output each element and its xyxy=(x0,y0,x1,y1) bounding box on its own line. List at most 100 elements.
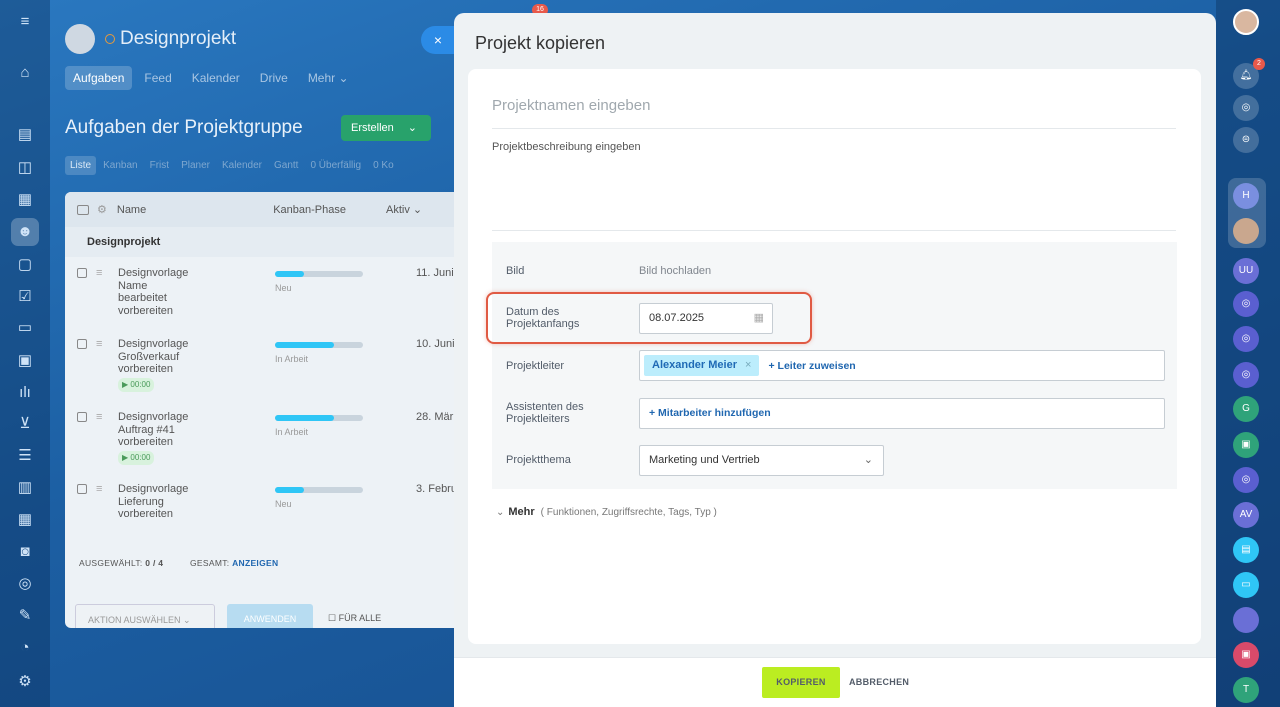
close-icon[interactable]: × xyxy=(421,26,455,54)
calendar-icon[interactable]: ▦ xyxy=(754,304,764,333)
tab-feed[interactable]: Feed xyxy=(136,66,179,90)
board-icon[interactable]: ▣ xyxy=(15,351,35,371)
chat-avatar-photo[interactable] xyxy=(1233,218,1259,244)
chevron-down-icon: ⌄ xyxy=(863,454,873,466)
total-label: GESAMT: xyxy=(190,558,230,568)
view-gantt[interactable]: Gantt xyxy=(269,156,303,175)
project-name-input[interactable]: Projektnamen eingeben xyxy=(492,97,1176,129)
tasks-icon[interactable]: ☑ xyxy=(15,287,35,307)
sites-icon[interactable]: ◙ xyxy=(15,542,35,562)
view-planner[interactable]: Planer xyxy=(176,156,215,175)
timer-badge[interactable]: ▶ 00:00 xyxy=(118,377,155,392)
chat-group-icon[interactable]: ◎ xyxy=(1233,362,1259,388)
drag-handle-icon[interactable]: ≡ xyxy=(96,267,102,279)
action-select[interactable]: AKTION AUSWÄHLEN ⌄ xyxy=(75,604,215,628)
sign-icon[interactable]: ✎ xyxy=(15,606,35,626)
add-employee-link[interactable]: + Mitarbeiter hinzufügen xyxy=(649,407,771,419)
cards-icon[interactable]: ▥ xyxy=(15,478,35,498)
tab-tasks[interactable]: Aufgaben xyxy=(65,66,133,90)
more-toggle[interactable]: ⌄ Mehr ( Funktionen, Zugriffsrechte, Tags,… xyxy=(496,506,717,518)
row-checkbox[interactable] xyxy=(77,268,87,278)
column-phase[interactable]: Kanban-Phase xyxy=(273,204,346,216)
chat-avatar-uu[interactable]: UU xyxy=(1233,258,1259,284)
copy-button[interactable]: KOPIEREN xyxy=(762,667,840,698)
settings-icon[interactable]: ⚙ xyxy=(15,672,35,692)
project-tabs: Aufgaben Feed Kalender Drive Mehr ⌄ xyxy=(65,66,357,90)
cancel-button[interactable]: ABBRECHEN xyxy=(849,667,909,698)
chat-avatar-photo[interactable] xyxy=(1233,607,1259,633)
view-calendar[interactable]: Kalender xyxy=(217,156,267,175)
copilot-icon[interactable]: ◎ xyxy=(1233,95,1259,121)
home-icon[interactable]: ⌂ xyxy=(15,63,35,83)
task-name[interactable]: Designvorlage Name bearbeitet vorbereite… xyxy=(118,267,198,317)
gear-icon[interactable]: ⚙ xyxy=(97,203,107,216)
drag-handle-icon[interactable]: ≡ xyxy=(96,338,102,350)
create-label: Erstellen xyxy=(351,122,394,134)
assistants-field[interactable]: + Mitarbeiter hinzufügen xyxy=(639,398,1165,429)
theme-select[interactable]: Marketing und Vertrieb ⌄ xyxy=(639,445,884,476)
groups-icon[interactable]: ☻ xyxy=(11,218,39,246)
chat-avatar-av[interactable]: AV xyxy=(1233,502,1259,528)
files-icon[interactable]: ▢ xyxy=(15,255,35,275)
row-checkbox[interactable] xyxy=(77,339,87,349)
id-card-icon[interactable]: ▭ xyxy=(1233,572,1259,598)
menu-icon[interactable]: ≡ xyxy=(15,12,35,32)
start-date-input[interactable]: 08.07.2025 ▦ xyxy=(639,303,773,334)
analytics-icon[interactable]: ılı xyxy=(15,383,35,403)
chat-avatar-t[interactable]: T xyxy=(1233,677,1259,703)
chat-icon[interactable]: ◫ xyxy=(15,158,35,178)
group-name: Designprojekt xyxy=(87,236,161,248)
for-all-label: FÜR ALLE xyxy=(338,613,382,623)
dialog-footer: KOPIEREN ABBRECHEN xyxy=(454,657,1216,707)
tab-calendar[interactable]: Kalender xyxy=(184,66,248,90)
store-icon[interactable]: ☰ xyxy=(15,446,35,466)
show-total-link[interactable]: ANZEIGEN xyxy=(232,558,278,568)
tab-more[interactable]: Mehr ⌄ xyxy=(300,66,357,90)
leader-tag[interactable]: Alexander Meier × xyxy=(644,355,760,376)
task-name[interactable]: Designvorlage Lieferung vorbereiten xyxy=(118,483,198,521)
robot-icon[interactable]: ◔ xyxy=(15,638,35,658)
remove-icon[interactable]: × xyxy=(745,359,751,371)
project-description-input[interactable]: Projektbeschreibung eingeben xyxy=(492,141,641,153)
view-list[interactable]: Liste xyxy=(65,156,97,175)
drag-handle-icon[interactable]: ≡ xyxy=(96,411,102,423)
row-checkbox[interactable] xyxy=(77,412,87,422)
task-name[interactable]: Designvorlage Großverkauf vorbereiten ▶ 0… xyxy=(118,338,198,392)
chat-avatar-g[interactable]: G xyxy=(1233,396,1259,422)
lock-icon[interactable]: ▣ xyxy=(1233,432,1259,458)
timer-badge[interactable]: ▶ 00:00 xyxy=(118,450,155,465)
document-icon[interactable]: ▤ xyxy=(15,125,35,145)
chat-group-icon[interactable]: ◎ xyxy=(1233,291,1259,317)
view-kanban[interactable]: Kanban xyxy=(98,156,142,175)
apply-button[interactable]: ANWENDEN xyxy=(227,604,313,628)
tab-drive[interactable]: Drive xyxy=(252,66,296,90)
row-checkbox[interactable] xyxy=(77,484,87,494)
assign-leader-link[interactable]: + Leiter zuweisen xyxy=(768,360,855,372)
upload-image-link[interactable]: Bild hochladen xyxy=(639,265,711,277)
lock-icon[interactable]: ▣ xyxy=(1233,642,1259,668)
task-name[interactable]: Designvorlage Auftrag #41 vorbereiten ▶ 0… xyxy=(118,411,198,465)
filter-overdue[interactable]: 0 Überfällig xyxy=(305,156,366,175)
filter-comments[interactable]: 0 Ko xyxy=(368,156,399,175)
for-all-checkbox[interactable]: ☐ FÜR ALLE xyxy=(328,613,381,624)
column-active[interactable]: Aktiv ⌄ xyxy=(386,203,422,216)
chat-bubble-icon[interactable]: ▤ xyxy=(1233,537,1259,563)
search-chat-icon[interactable]: ⊜ xyxy=(1233,127,1259,153)
select-all-checkbox[interactable] xyxy=(77,204,89,215)
group-row[interactable]: Designprojekt xyxy=(65,227,465,257)
user-avatar[interactable] xyxy=(1233,9,1259,35)
crm-icon[interactable]: ▭ xyxy=(15,318,35,338)
create-button[interactable]: Erstellen ⌄ xyxy=(341,115,431,141)
cart-icon[interactable]: ⊻ xyxy=(15,414,35,434)
goals-icon[interactable]: ◎ xyxy=(15,574,35,594)
drag-handle-icon[interactable]: ≡ xyxy=(96,483,102,495)
chat-group-icon[interactable]: ◎ xyxy=(1233,326,1259,352)
chat-avatar-h[interactable]: H xyxy=(1233,183,1259,209)
calendar-icon[interactable]: ▦ xyxy=(15,190,35,210)
view-deadline[interactable]: Frist xyxy=(145,156,174,175)
chevron-down-icon[interactable]: ⌄ xyxy=(408,122,417,134)
schedule-icon[interactable]: ▦ xyxy=(15,510,35,530)
column-name[interactable]: Name xyxy=(117,204,146,216)
leader-field[interactable]: Alexander Meier × + Leiter zuweisen xyxy=(639,350,1165,381)
chat-group-icon[interactable]: ◎ xyxy=(1233,467,1259,493)
